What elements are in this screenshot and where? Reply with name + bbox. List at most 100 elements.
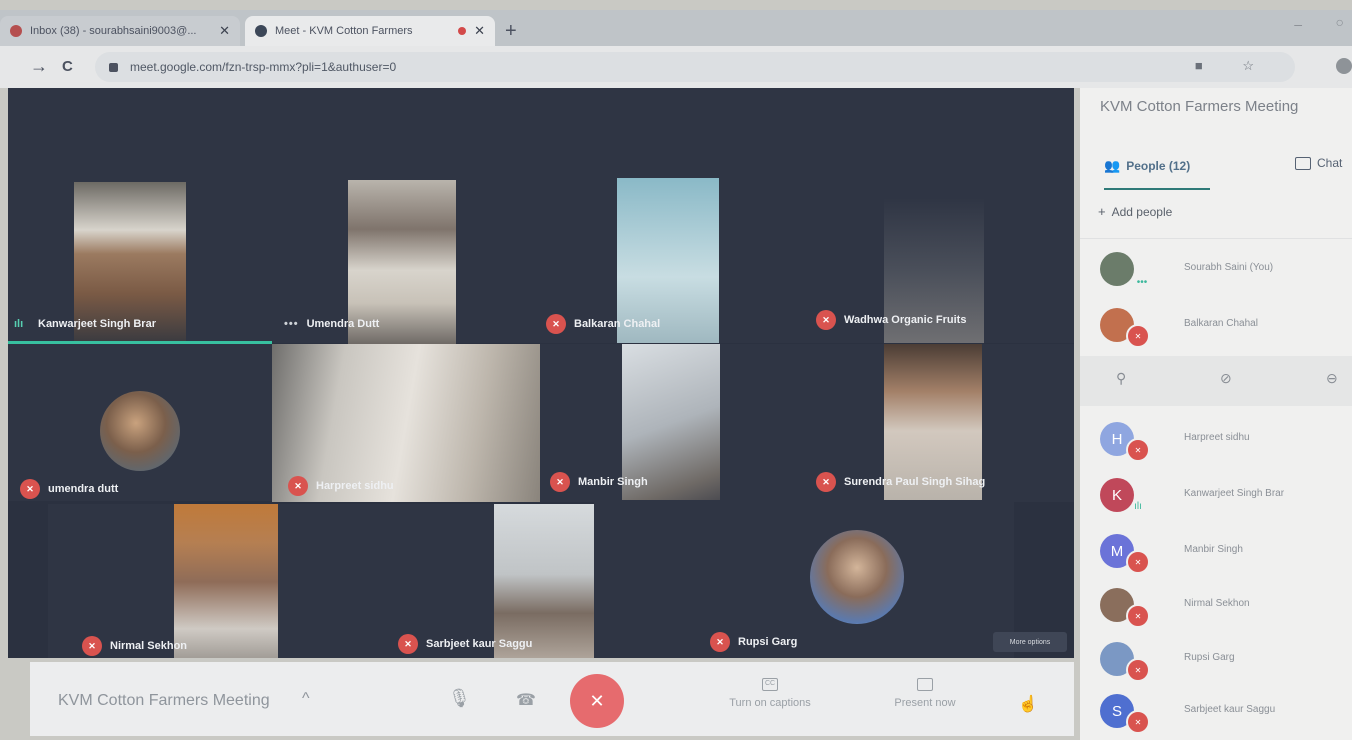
mic-off-icon: ✕ [1126, 658, 1150, 682]
remove-icon[interactable]: ⊖ [1326, 370, 1338, 387]
chevron-up-icon[interactable]: ^ [302, 690, 310, 708]
new-tab-button[interactable]: + [505, 20, 517, 43]
recording-indicator-icon [458, 27, 467, 35]
gmail-icon [10, 25, 22, 37]
more-dots-icon: ••• [284, 318, 299, 330]
window-control-icon[interactable]: ○ [1336, 14, 1344, 30]
tab-people-label: People (12) [1126, 159, 1191, 173]
participant-name: Balkaran Chahal [1184, 318, 1258, 329]
video-grid: ılı Kanwarjeet Singh Brar ••• Umendra Du… [8, 88, 1074, 658]
people-icon: 👥 [1104, 158, 1121, 173]
address-bar-area: → C meet.google.com/fzn-trsp-mmx?pli=1&a… [0, 46, 1352, 88]
chat-icon [1295, 156, 1311, 170]
participant-name: Rupsi Garg [738, 636, 798, 648]
participant-name: Surendra Paul Singh Sihag [844, 476, 986, 488]
present-now-button[interactable]: Present now [875, 678, 975, 709]
lock-icon [109, 62, 118, 72]
forward-button[interactable]: → [30, 56, 48, 77]
divider [1080, 238, 1352, 239]
participant-tile[interactable]: ✕ Sarbjeet kaur Saggu [278, 504, 594, 658]
captions-button[interactable]: CC Turn on captions [710, 678, 830, 709]
mic-off-icon: ✕ [1126, 710, 1150, 734]
list-item[interactable]: ••• Sourabh Saini (You) [1080, 242, 1352, 296]
participant-tile[interactable]: ✕ Wadhwa Organic Fruits [812, 88, 1074, 343]
participant-name: Harpreet sidhu [1184, 432, 1250, 443]
tab-chat[interactable]: Chat [1295, 156, 1342, 170]
microphone-icon[interactable]: 🎙 [448, 688, 471, 709]
close-icon[interactable]: ✕ [474, 23, 485, 39]
participant-label: ✕ Sarbjeet kaur Saggu [398, 634, 532, 654]
list-item[interactable]: M ✕ Manbir Singh [1080, 524, 1352, 578]
list-item[interactable]: ✕ Rupsi Garg [1080, 632, 1352, 686]
participant-tile[interactable]: ✕ Balkaran Chahal [542, 88, 812, 343]
hang-up-icon[interactable]: ☎ [516, 690, 536, 710]
present-label: Present now [894, 697, 956, 709]
participant-name: Manbir Singh [578, 476, 648, 488]
participant-label: ılı Kanwarjeet Singh Brar [14, 318, 156, 330]
participant-tile[interactable]: ✕ Nirmal Sekhon [48, 504, 278, 658]
tab-title: Meet - KVM Cotton Farmers [275, 25, 413, 37]
participant-label: ✕ Surendra Paul Singh Sihag [816, 472, 985, 492]
participant-tile[interactable]: ✕ Rupsi Garg [594, 500, 1014, 658]
reload-button[interactable]: C [62, 58, 73, 75]
participant-name: Harpreet sidhu [316, 480, 394, 492]
mic-off-icon: ✕ [546, 314, 566, 334]
speaking-icon: ılı [14, 318, 24, 330]
present-icon [917, 678, 933, 691]
mic-off-icon: ✕ [1126, 324, 1150, 348]
list-item[interactable]: K ılı Kanwarjeet Singh Brar [1080, 468, 1352, 522]
participant-tile[interactable]: ✕ Manbir Singh [542, 344, 812, 502]
minimize-icon[interactable]: – [1294, 16, 1302, 32]
speaking-icon: ılı [1134, 500, 1142, 512]
participant-label: ✕ umendra dutt [20, 479, 118, 499]
mic-off-icon: ✕ [816, 472, 836, 492]
tab-meet[interactable]: Meet - KVM Cotton Farmers ✕ [245, 16, 495, 46]
participant-tile[interactable]: ✕ umendra dutt [8, 341, 272, 501]
meeting-toolbar: KVM Cotton Farmers Meeting ^ 🎙 ☎ ✕ CC Tu… [30, 662, 1074, 736]
mic-off-icon: ✕ [1126, 604, 1150, 628]
list-item[interactable]: H ✕ Harpreet sidhu [1080, 412, 1352, 466]
mic-off-icon: ✕ [1126, 550, 1150, 574]
participant-name: Kanwarjeet Singh Brar [1184, 488, 1285, 499]
bookmark-star-icon[interactable]: ■ ☆ [1195, 58, 1272, 74]
tab-gmail[interactable]: Inbox (38) - sourabhsaini9003@... ✕ [0, 16, 240, 46]
camera-off-button[interactable]: ✕ [570, 674, 624, 728]
close-icon[interactable]: ✕ [219, 23, 230, 39]
list-item[interactable]: S ✕ Sarbjeet kaur Saggu [1080, 684, 1352, 738]
profile-icon[interactable] [1336, 58, 1352, 74]
meet-icon [255, 25, 267, 37]
participant-name: Rupsi Garg [1184, 652, 1235, 663]
hand-icon[interactable]: ☝ [1018, 694, 1038, 714]
mic-off-icon: ✕ [82, 636, 102, 656]
mic-off-icon: ✕ [1126, 438, 1150, 462]
add-people-button[interactable]: + Add people [1098, 204, 1172, 219]
participant-label: ✕ Balkaran Chahal [546, 314, 660, 334]
mic-off-icon: ✕ [710, 632, 730, 652]
participant-actions: ⚲ ⊘ ⊖ [1080, 356, 1352, 406]
participant-name: umendra dutt [48, 483, 119, 495]
mute-icon[interactable]: ⊘ [1220, 370, 1232, 387]
people-panel: KVM Cotton Farmers Meeting 👥 People (12)… [1080, 88, 1352, 740]
participant-label: ✕ Wadhwa Organic Fruits [816, 310, 966, 330]
participant-tile[interactable]: ✕ Surendra Paul Singh Sihag [812, 344, 1074, 502]
mic-off-icon: ✕ [288, 476, 308, 496]
participant-avatar [810, 530, 904, 624]
mic-off-icon: ✕ [20, 479, 40, 499]
participant-tile[interactable]: ılı Kanwarjeet Singh Brar [8, 88, 272, 343]
browser-tabstrip: Inbox (38) - sourabhsaini9003@... ✕ Meet… [0, 10, 1352, 46]
url-input[interactable]: meet.google.com/fzn-trsp-mmx?pli=1&authu… [95, 52, 1295, 82]
participant-label: ✕ Harpreet sidhu [288, 476, 394, 496]
list-item[interactable]: ✕ Nirmal Sekhon [1080, 578, 1352, 632]
participant-name: Nirmal Sekhon [110, 640, 188, 652]
tab-people[interactable]: 👥 People (12) [1104, 158, 1190, 174]
pin-icon[interactable]: ⚲ [1116, 370, 1126, 387]
list-item[interactable]: ✕ Balkaran Chahal [1080, 298, 1352, 352]
participant-tile[interactable]: ✕ Harpreet sidhu [272, 344, 542, 502]
participant-name: Manbir Singh [1184, 544, 1243, 555]
more-options-button[interactable]: More options [993, 632, 1067, 652]
meeting-title[interactable]: KVM Cotton Farmers Meeting [58, 692, 270, 710]
participant-tile[interactable]: ••• Umendra Dutt [272, 88, 542, 344]
video-feed [174, 504, 278, 658]
mic-off-icon: ✕ [550, 472, 570, 492]
more-dots-icon: ••• [1136, 276, 1148, 288]
